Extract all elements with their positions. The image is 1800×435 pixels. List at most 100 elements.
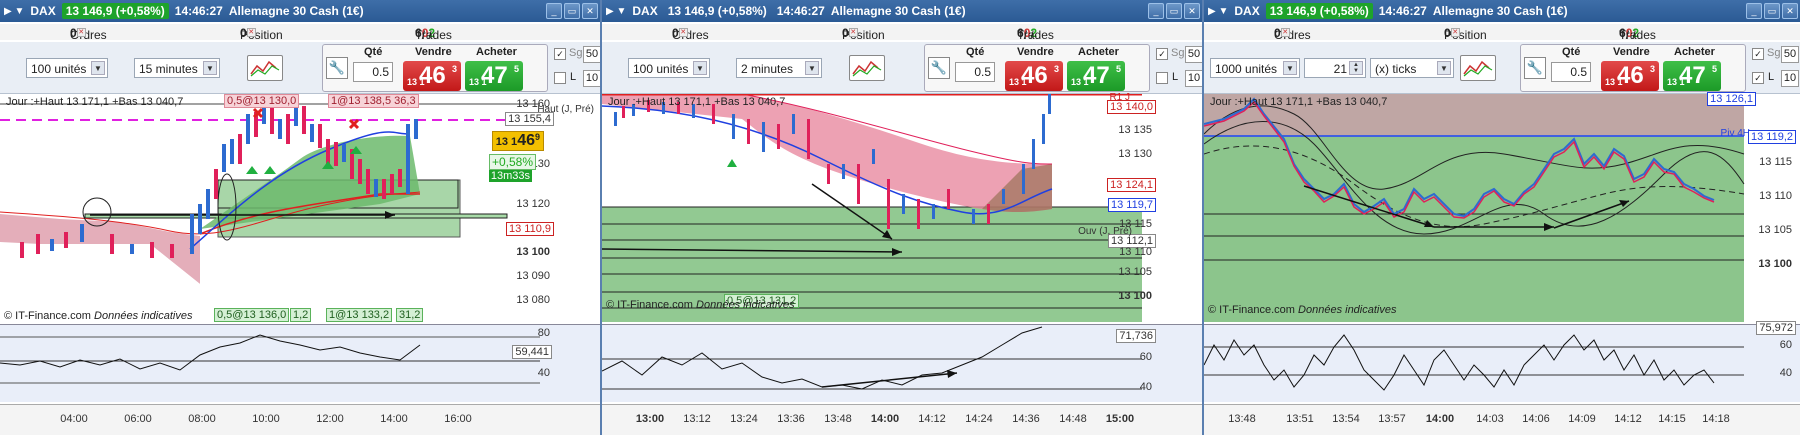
oscillator-drawing (1204, 334, 1744, 391)
price-chart[interactable]: Jour :+Haut 13 171,1 +Bas 13 040,7 R1 J … (602, 92, 1202, 322)
trades-sep: / (1030, 28, 1034, 42)
oscillator-pane[interactable]: 80 59,441 40 (0, 324, 600, 402)
chart-panel-dax-15m: ▶ ▼ DAX 13 146,9 (+0,58%) 14:46:27 Allem… (0, 0, 602, 435)
window-titlebar[interactable]: ▶ ▼ DAX 13 146,9 (+0,58%) 14:46:27 Allem… (602, 0, 1202, 22)
chevron-down-icon[interactable]: ▼ (91, 61, 105, 75)
interval-select[interactable]: 15 minutes ▼ (134, 58, 220, 78)
sg-points-input[interactable]: 50 (1185, 46, 1202, 63)
chevron-down-icon[interactable]: ▼ (805, 61, 819, 75)
cancel-orders-icon[interactable]: ✕ (678, 28, 688, 37)
ticks-value: 21 (1333, 62, 1347, 76)
interval-value: 2 minutes (741, 62, 794, 76)
time-tick: 14:36 (1012, 413, 1040, 425)
instrument-name: Allemagne 30 Cash (1€) (1432, 4, 1568, 18)
buy-button[interactable]: 13 1 47 5 (1663, 61, 1721, 91)
buy-button[interactable]: 13 1 47 5 (465, 61, 523, 91)
stop-guarantee-checkbox[interactable]: ✓ (554, 48, 566, 60)
ouv-label: Ouv (J, Pré) (1078, 226, 1132, 237)
clock-label: 14:46:27 (776, 4, 825, 18)
stop-guarantee-checkbox[interactable]: ✓ (1752, 48, 1764, 60)
limit-checkbox[interactable] (554, 72, 566, 84)
ticks-spinner[interactable]: 21 ▲ ▼ (1304, 58, 1366, 78)
sell-price-sup: 3 (1649, 64, 1655, 74)
close-button[interactable]: ✕ (1184, 3, 1200, 19)
close-position-icon[interactable]: ✕ (848, 28, 858, 37)
trade-tag[interactable]: 0,5@13 130,0 (224, 94, 300, 108)
qty-input[interactable]: 0.5 (1551, 62, 1591, 82)
interval-value: 15 minutes (139, 62, 198, 76)
chevron-down-icon[interactable]: ▼ (1437, 61, 1451, 75)
limit-points-input[interactable]: 10 (1185, 70, 1202, 87)
current-price-big: 46 (517, 132, 535, 149)
buy-button[interactable]: 13 1 47 5 (1067, 61, 1125, 91)
oscillator-pane[interactable]: 71,736 60 40 (602, 324, 1202, 402)
stepper-icon[interactable]: ▲ ▼ (1349, 61, 1363, 75)
minimize-button[interactable]: _ (1746, 3, 1762, 19)
limit-points-input[interactable]: 10 (1781, 70, 1799, 87)
trade-tag[interactable]: 1@13 138,5 36,3 (328, 94, 419, 108)
interval-select[interactable]: (x) ticks ▼ (1370, 58, 1454, 78)
credit-source: © IT-Finance.com (606, 299, 693, 311)
sell-label: Vendre (1613, 46, 1650, 58)
chart-header-text: Jour :+Haut 13 171,1 +Bas 13 040,7 (608, 96, 786, 108)
units-select[interactable]: 100 unités ▼ (628, 58, 710, 78)
trade-tag[interactable]: 0,5@13 136,0 (214, 308, 290, 322)
trade-tag[interactable]: 1,2 (290, 308, 312, 322)
sell-button[interactable]: 13 1 46 3 (1005, 61, 1063, 91)
units-select[interactable]: 1000 unités ▼ (1210, 58, 1300, 78)
restore-button[interactable]: ▭ (1166, 3, 1182, 19)
close-position-icon[interactable]: ✕ (1450, 28, 1460, 37)
sell-button[interactable]: 13 1 46 3 (1601, 61, 1659, 91)
wrench-icon[interactable]: 🔧 (326, 57, 348, 79)
chevron-down-icon[interactable]: ▼ (693, 61, 707, 75)
qty-input[interactable]: 0.5 (353, 62, 393, 82)
osc-value: 71,736 (1116, 329, 1156, 343)
cancel-orders-icon[interactable]: ✕ (1280, 28, 1290, 37)
price-tick: 13 140,0 (1107, 100, 1156, 114)
units-select[interactable]: 100 unités ▼ (26, 58, 108, 78)
trade-tag[interactable]: 31,2 (396, 308, 424, 322)
limit-checkbox[interactable]: ✓ (1752, 72, 1764, 84)
restore-button[interactable]: ▭ (564, 3, 580, 19)
oscillator-pane[interactable]: 75,972 60 40 (1204, 321, 1800, 402)
time-tick: 13:54 (1332, 413, 1360, 425)
instrument-name: Allemagne 30 Cash (1€) (228, 4, 364, 18)
qty-label: Qté (364, 46, 383, 58)
restore-button[interactable]: ▭ (1764, 3, 1780, 19)
trades-sep: / (1023, 28, 1028, 42)
indicators-button[interactable] (247, 55, 283, 81)
minimize-button[interactable]: _ (546, 3, 562, 19)
l-label: L (1768, 71, 1775, 83)
limit-points-input[interactable]: 10 (583, 70, 600, 87)
stop-guarantee-checkbox[interactable]: ✓ (1156, 48, 1168, 60)
indicators-button[interactable] (1460, 55, 1496, 81)
indicators-button[interactable] (849, 55, 885, 81)
qty-input[interactable]: 0.5 (955, 62, 995, 82)
time-tick: 06:00 (124, 413, 152, 425)
sg-points-input[interactable]: 50 (1781, 46, 1799, 63)
limit-checkbox[interactable] (1156, 72, 1168, 84)
window-menu-icon[interactable]: ▶ ▼ (606, 6, 626, 17)
wrench-icon[interactable]: 🔧 (928, 57, 950, 79)
chevron-down-icon[interactable]: ▼ (1283, 61, 1297, 75)
time-tick: 16:00 (444, 413, 472, 425)
price-chart[interactable]: Jour :+Haut 13 171,1 +Bas 13 040,7 0,5@1… (0, 94, 600, 322)
minimize-button[interactable]: _ (1148, 3, 1164, 19)
sg-points-input[interactable]: 50 (583, 46, 600, 63)
trade-tag[interactable]: 1@13 133,2 (326, 308, 393, 322)
wrench-icon[interactable]: 🔧 (1524, 57, 1546, 79)
window-menu-icon[interactable]: ▶ ▼ (1208, 6, 1228, 17)
window-menu-icon[interactable]: ▶ ▼ (4, 6, 24, 17)
cancel-orders-icon[interactable]: ✕ (76, 28, 86, 37)
l-label: L (570, 71, 577, 83)
sell-button[interactable]: 13 1 46 3 (403, 61, 461, 91)
close-button[interactable]: ✕ (1782, 3, 1798, 19)
window-titlebar[interactable]: ▶ ▼ DAX 13 146,9 (+0,58%) 14:46:27 Allem… (0, 0, 600, 22)
close-button[interactable]: ✕ (582, 3, 598, 19)
price-chart[interactable]: Jour :+Haut 13 171,1 +Bas 13 040,7 13 12… (1204, 92, 1800, 322)
data-credit: © IT-Finance.com Données indicatives (4, 310, 192, 322)
close-position-icon[interactable]: ✕ (246, 28, 256, 37)
chevron-down-icon[interactable]: ▼ (203, 61, 217, 75)
interval-select[interactable]: 2 minutes ▼ (736, 58, 822, 78)
window-titlebar[interactable]: ▶ ▼ DAX 13 146,9 (+0,58%) 14:46:27 Allem… (1204, 0, 1800, 22)
